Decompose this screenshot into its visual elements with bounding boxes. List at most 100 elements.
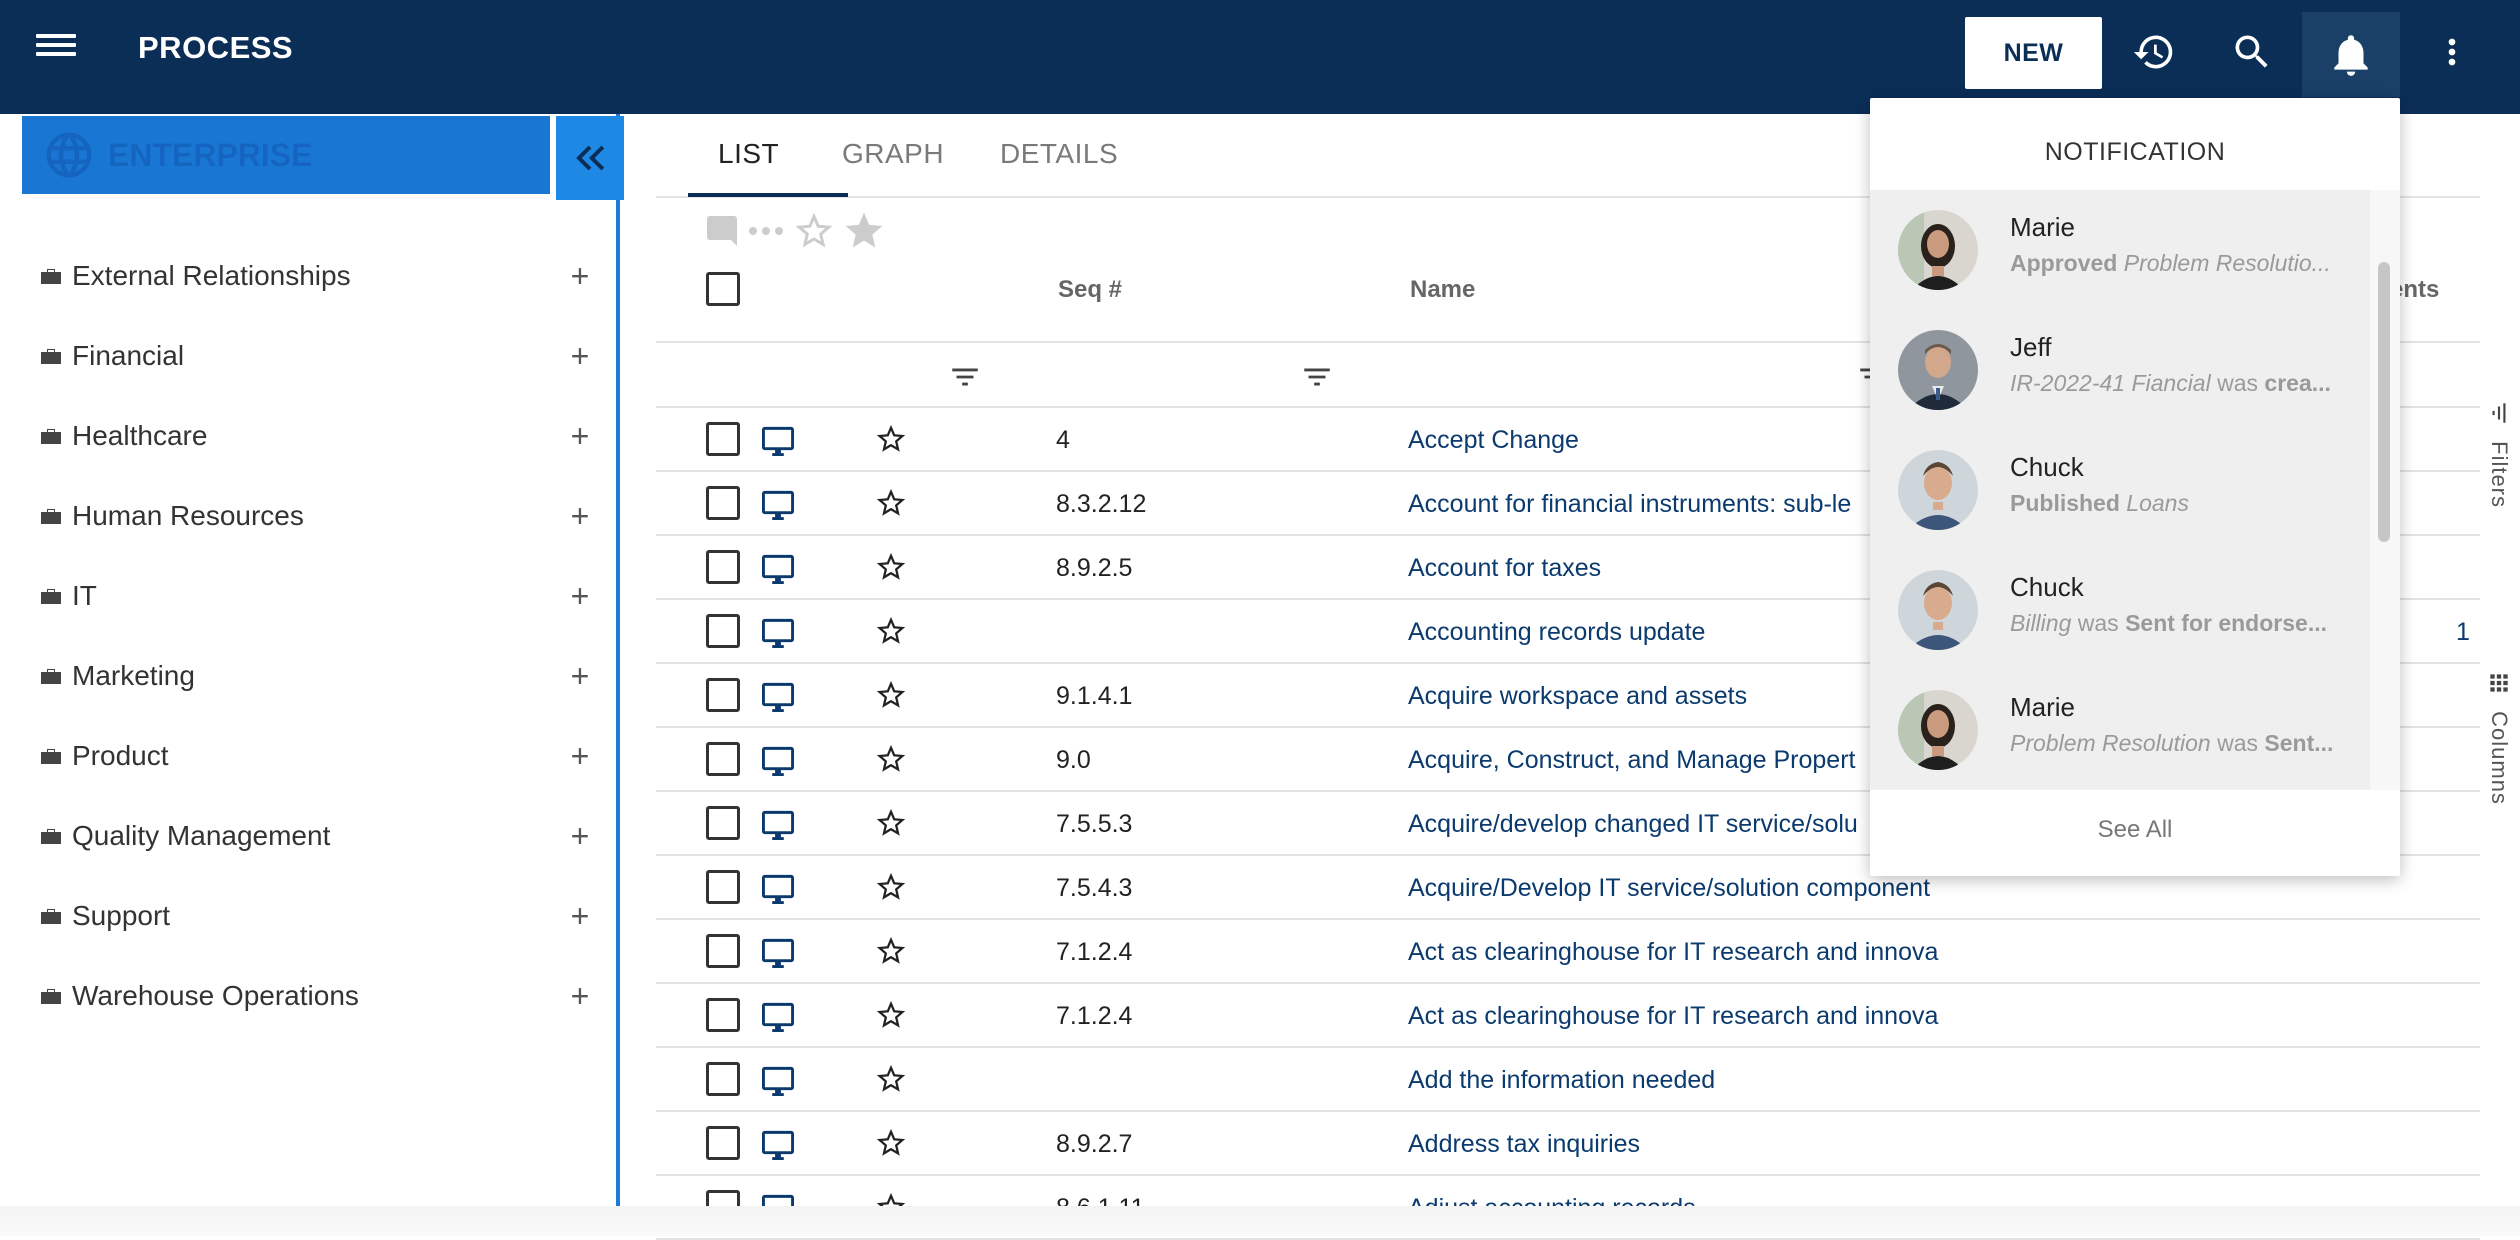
sidebar-item-external-relationships[interactable]: External Relationships + [40,246,600,306]
more-horiz-icon[interactable] [746,221,786,241]
row-checkbox[interactable] [706,678,740,712]
notification-item[interactable]: Chuck Billing was Sent for endorse... [1870,550,2370,670]
expand-icon[interactable]: + [560,418,600,455]
notification-item[interactable]: Marie Problem Resolution was Sent... [1870,670,2370,790]
row-checkbox[interactable] [706,1126,740,1160]
star-outline-icon[interactable] [874,422,908,461]
expand-icon[interactable]: + [560,578,600,615]
row-checkbox[interactable] [706,422,740,456]
expand-icon[interactable]: + [560,978,600,1015]
row-checkbox[interactable] [706,870,740,904]
sidebar-item-quality-management[interactable]: Quality Management + [40,806,600,866]
expand-icon[interactable]: + [560,338,600,375]
columns-side-tab[interactable]: Columns [2486,670,2512,805]
star-outline-icon[interactable] [874,742,908,781]
sidebar-item-product[interactable]: Product + [40,726,600,786]
row-name-link[interactable]: Acquire, Construct, and Manage Propert [1408,746,1855,775]
sidebar-item-support[interactable]: Support + [40,886,600,946]
more-vert-icon[interactable] [2422,22,2482,82]
tab-graph[interactable]: GRAPH [842,138,944,170]
table-row[interactable]: Add the information needed [656,1048,2480,1112]
tab-list[interactable]: LIST [718,138,779,170]
row-events-count[interactable]: 1 [2456,618,2470,647]
comment-icon[interactable] [704,213,740,249]
monitor-icon[interactable] [760,936,796,973]
select-all-checkbox[interactable] [706,272,740,306]
row-name-link[interactable]: Accept Change [1408,426,1579,455]
filters-side-tab[interactable]: Filters [2486,400,2512,508]
filter-icon[interactable] [948,360,982,394]
star-outline-icon[interactable] [874,678,908,717]
star-outline-icon[interactable] [874,1062,908,1101]
monitor-icon[interactable] [760,744,796,781]
collapse-sidebar-button[interactable] [556,116,624,200]
monitor-icon[interactable] [760,1064,796,1101]
sidebar-item-human-resources[interactable]: Human Resources + [40,486,600,546]
column-header-name[interactable]: Name [1410,276,1475,304]
enterprise-root[interactable]: ENTERPRISE [22,116,550,194]
sidebar-item-it[interactable]: IT + [40,566,600,626]
monitor-icon[interactable] [760,424,796,461]
row-name-link[interactable]: Address tax inquiries [1408,1130,1640,1159]
row-name-link[interactable]: Acquire workspace and assets [1408,682,1747,711]
expand-icon[interactable]: + [560,818,600,855]
expand-icon[interactable]: + [560,738,600,775]
monitor-icon[interactable] [760,552,796,589]
row-checkbox[interactable] [706,998,740,1032]
see-all-link[interactable]: See All [1870,816,2400,844]
tab-details[interactable]: DETAILS [1000,138,1118,170]
star-outline-icon[interactable] [792,209,836,253]
expand-icon[interactable]: + [560,898,600,935]
star-outline-icon[interactable] [874,550,908,589]
row-checkbox[interactable] [706,742,740,776]
star-outline-icon[interactable] [874,934,908,973]
star-outline-icon[interactable] [874,1126,908,1165]
monitor-icon[interactable] [760,488,796,525]
sidebar-item-marketing[interactable]: Marketing + [40,646,600,706]
sidebar-item-financial[interactable]: Financial + [40,326,600,386]
expand-icon[interactable]: + [560,258,600,295]
row-name-link[interactable]: Acquire/Develop IT service/solution comp… [1408,874,1930,903]
new-button[interactable]: NEW [1965,17,2102,89]
notification-item[interactable]: Chuck Published Loans [1870,430,2370,550]
table-row[interactable]: 7.1.2.4 Act as clearinghouse for IT resea… [656,984,2480,1048]
star-outline-icon[interactable] [874,806,908,845]
star-outline-icon[interactable] [874,870,908,909]
row-name-link[interactable]: Acquire/develop changed IT service/solu [1408,810,1858,839]
monitor-icon[interactable] [760,872,796,909]
row-name-link[interactable]: Accounting records update [1408,618,1705,647]
row-checkbox[interactable] [706,486,740,520]
star-outline-icon[interactable] [874,486,908,525]
table-row[interactable]: 8.9.2.7 Address tax inquiries [656,1112,2480,1176]
row-checkbox[interactable] [706,550,740,584]
row-checkbox[interactable] [706,614,740,648]
row-name-link[interactable]: Act as clearinghouse for IT research and… [1408,1002,1938,1031]
row-checkbox[interactable] [706,1062,740,1096]
expand-icon[interactable]: + [560,498,600,535]
notification-scrollbar-thumb[interactable] [2378,262,2390,542]
monitor-icon[interactable] [760,808,796,845]
notification-item[interactable]: Marie Approved Problem Resolutio... [1870,190,2370,310]
menu-icon[interactable] [36,30,76,70]
search-icon[interactable] [2222,22,2282,82]
table-row[interactable]: 7.1.2.4 Act as clearinghouse for IT resea… [656,920,2480,984]
monitor-icon[interactable] [760,1128,796,1165]
filter-icon[interactable] [1300,360,1334,394]
star-outline-icon[interactable] [874,614,908,653]
row-name-link[interactable]: Account for taxes [1408,554,1601,583]
row-name-link[interactable]: Act as clearinghouse for IT research and… [1408,938,1938,967]
monitor-icon[interactable] [760,616,796,653]
star-filled-icon[interactable] [842,209,886,253]
monitor-icon[interactable] [760,680,796,717]
sidebar-item-warehouse-operations[interactable]: Warehouse Operations + [40,966,600,1026]
star-outline-icon[interactable] [874,998,908,1037]
expand-icon[interactable]: + [560,658,600,695]
column-header-seq[interactable]: Seq # [1058,276,1122,304]
row-name-link[interactable]: Account for financial instruments: sub-l… [1408,490,1851,519]
row-name-link[interactable]: Add the information needed [1408,1066,1715,1095]
monitor-icon[interactable] [760,1000,796,1037]
row-checkbox[interactable] [706,934,740,968]
notification-item[interactable]: Jeff IR-2022-41 Fiancial was crea... [1870,310,2370,430]
row-checkbox[interactable] [706,806,740,840]
sidebar-item-healthcare[interactable]: Healthcare + [40,406,600,466]
